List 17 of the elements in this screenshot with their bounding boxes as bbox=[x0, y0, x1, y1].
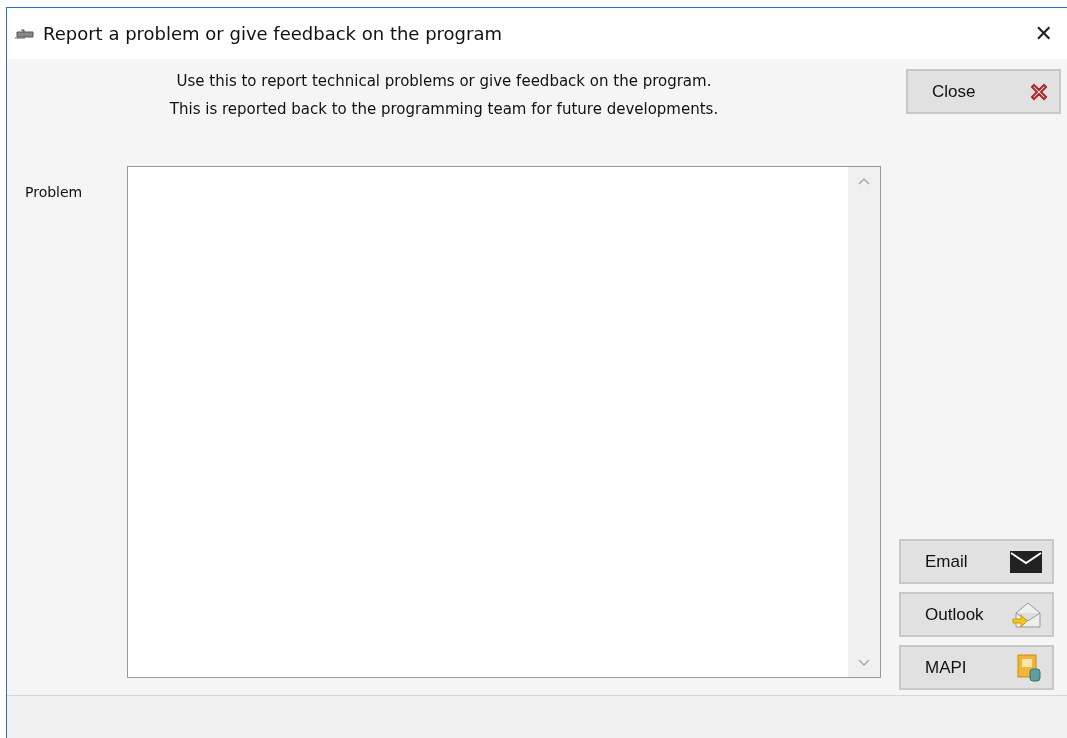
description-text: Use this to report technical problems or give feedback on the program. bbox=[175, 71, 713, 92]
app-icon bbox=[15, 27, 35, 40]
close-button[interactable]: Close bbox=[906, 69, 1061, 114]
email-button[interactable]: Email bbox=[899, 539, 1054, 584]
open-envelope-icon bbox=[1012, 600, 1042, 629]
mail-program-icon bbox=[1016, 652, 1042, 683]
scroll-up-icon[interactable] bbox=[858, 177, 870, 185]
description-text: This is reported back to the programming team for future developments. bbox=[168, 99, 720, 120]
problem-field[interactable] bbox=[127, 166, 881, 678]
scrollbar[interactable] bbox=[848, 167, 880, 677]
field-label: Problem bbox=[25, 184, 83, 200]
mapi-button[interactable]: MAPI bbox=[899, 645, 1054, 690]
close-icon bbox=[1029, 81, 1049, 102]
window-title: Report a problem or give feedback on the program bbox=[43, 22, 503, 46]
scroll-down-icon[interactable] bbox=[858, 659, 870, 667]
envelope-icon bbox=[1010, 550, 1042, 573]
outlook-button[interactable]: Outlook bbox=[899, 592, 1054, 637]
